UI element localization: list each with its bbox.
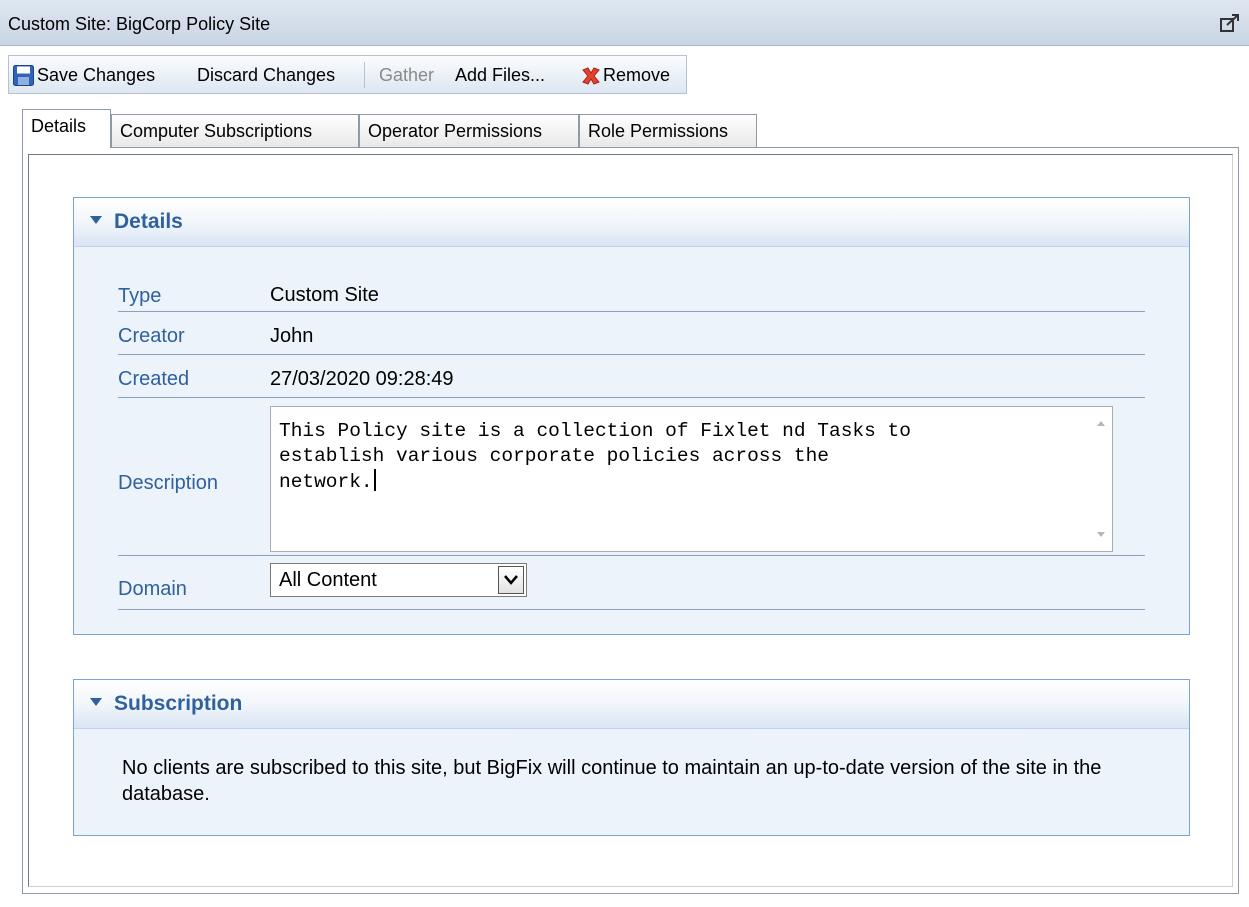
toolbar: Save Changes Discard Changes Gather Add … <box>8 55 687 94</box>
subscription-section-header[interactable]: Subscription <box>74 680 1189 729</box>
save-changes-button[interactable]: Save Changes <box>37 64 155 86</box>
details-section-header[interactable]: Details <box>74 198 1189 247</box>
details-section: Details Type Custom Site Creator John Cr… <box>73 197 1190 635</box>
created-row: Created 27/03/2020 09:28:49 <box>118 355 1145 398</box>
domain-label: Domain <box>118 578 187 600</box>
window-title: Custom Site: BigCorp Policy Site <box>8 14 271 34</box>
domain-select[interactable]: All Content <box>270 563 527 597</box>
remove-icon[interactable] <box>580 65 602 87</box>
discard-changes-button[interactable]: Discard Changes <box>197 64 335 86</box>
collapse-arrow-icon <box>90 698 102 706</box>
type-label: Type <box>118 285 162 307</box>
subscription-message: No clients are subscribed to this site, … <box>122 757 1102 805</box>
domain-row: Domain All Content <box>118 556 1145 610</box>
description-textarea[interactable]: This Policy site is a collection of Fixl… <box>270 406 1113 552</box>
toolbar-separator <box>364 62 365 88</box>
dropdown-button[interactable] <box>498 566 524 594</box>
creator-value: John <box>270 325 314 347</box>
tab-details[interactable]: Details <box>22 109 111 148</box>
subscription-section: Subscription No clients are subscribed t… <box>73 679 1190 836</box>
tab-operator-permissions[interactable]: Operator Permissions <box>359 114 579 147</box>
save-icon[interactable] <box>13 65 34 86</box>
description-scrollbar[interactable] <box>1091 407 1112 551</box>
created-value: 27/03/2020 09:28:49 <box>270 368 454 390</box>
add-files-button[interactable]: Add Files... <box>455 64 545 86</box>
window-title-bar: Custom Site: BigCorp Policy Site <box>0 0 1249 46</box>
text-cursor <box>373 469 376 491</box>
description-label: Description <box>118 472 219 494</box>
creator-row: Creator John <box>118 312 1145 355</box>
tab-label: Details <box>31 116 87 136</box>
tab-label: Computer Subscriptions <box>120 121 313 141</box>
domain-selected-value: All Content <box>279 569 377 591</box>
scroll-down-icon[interactable] <box>1097 532 1105 537</box>
details-section-title: Details <box>114 210 183 233</box>
tab-label: Role Permissions <box>588 121 729 141</box>
gather-button[interactable]: Gather <box>379 64 434 86</box>
scroll-up-icon[interactable] <box>1097 421 1105 426</box>
description-row: Description This Policy site is a collec… <box>118 398 1145 556</box>
collapse-arrow-icon <box>90 216 102 224</box>
subscription-section-title: Subscription <box>114 692 243 715</box>
remove-button[interactable]: Remove <box>603 64 670 86</box>
chevron-down-icon <box>504 575 518 585</box>
tab-label: Operator Permissions <box>368 121 543 141</box>
tab-role-permissions[interactable]: Role Permissions <box>579 114 757 147</box>
creator-label: Creator <box>118 325 185 347</box>
tab-computer-subscriptions[interactable]: Computer Subscriptions <box>111 114 359 147</box>
type-value: Custom Site <box>270 284 379 306</box>
created-label: Created <box>118 368 190 390</box>
type-row: Type Custom Site <box>118 273 1145 312</box>
undock-icon[interactable] <box>1219 13 1241 33</box>
